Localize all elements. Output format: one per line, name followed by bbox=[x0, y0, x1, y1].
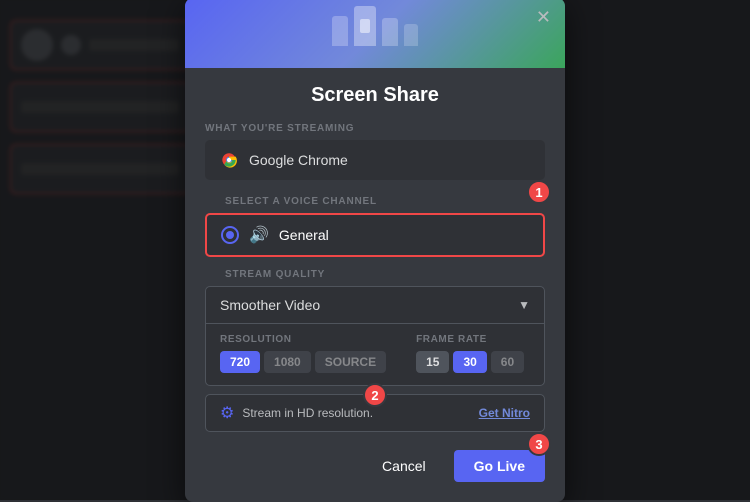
hd-banner-text: Stream in HD resolution. bbox=[242, 406, 373, 420]
quality-label: STREAM QUALITY bbox=[205, 257, 545, 286]
close-button[interactable]: ✕ bbox=[536, 8, 551, 26]
framerate-30-button[interactable]: 30 bbox=[453, 351, 486, 373]
resolution-source-button[interactable]: SOURCE bbox=[315, 351, 386, 373]
quality-section: STREAM QUALITY Smoother Video ▼ RESOLUTI… bbox=[185, 257, 565, 386]
hd-banner: 2 ⚙ Stream in HD resolution. Get Nitro bbox=[205, 394, 545, 432]
framerate-group: FRAME RATE 15 30 60 bbox=[416, 334, 524, 373]
badge-1: 1 bbox=[527, 180, 551, 204]
streaming-label: WHAT YOU'RE STREAMING bbox=[185, 111, 565, 140]
quality-dropdown[interactable]: Smoother Video ▼ bbox=[206, 287, 544, 324]
quality-box: Smoother Video ▼ RESOLUTION 720 1080 SOU… bbox=[205, 286, 545, 386]
get-nitro-button[interactable]: Get Nitro bbox=[479, 406, 530, 420]
hd-banner-left: ⚙ Stream in HD resolution. bbox=[220, 403, 373, 423]
chevron-down-icon: ▼ bbox=[518, 298, 530, 312]
resolution-group: RESOLUTION 720 1080 SOURCE bbox=[220, 334, 386, 373]
streaming-source-value: Google Chrome bbox=[249, 152, 348, 168]
quality-dropdown-value: Smoother Video bbox=[220, 297, 320, 313]
cancel-button[interactable]: Cancel bbox=[366, 450, 442, 482]
go-live-button[interactable]: Go Live bbox=[454, 450, 545, 482]
nitro-icon: ⚙ bbox=[220, 403, 234, 423]
resolution-buttons: 720 1080 SOURCE bbox=[220, 351, 386, 373]
framerate-60-button[interactable]: 60 bbox=[491, 351, 524, 373]
options-row: RESOLUTION 720 1080 SOURCE FRAME RATE 15 bbox=[220, 334, 530, 373]
speaker-icon: 🔊 bbox=[249, 225, 269, 245]
streaming-source-box: Google Chrome bbox=[205, 140, 545, 180]
resolution-720-button[interactable]: 720 bbox=[220, 351, 260, 373]
radio-button[interactable] bbox=[221, 226, 239, 244]
modal-header-image bbox=[185, 0, 565, 68]
quality-options: RESOLUTION 720 1080 SOURCE FRAME RATE 15 bbox=[206, 324, 544, 385]
badge-3: 3 bbox=[527, 432, 551, 456]
voice-channel-name: General bbox=[279, 227, 329, 243]
chrome-icon bbox=[219, 150, 239, 170]
framerate-buttons: 15 30 60 bbox=[416, 351, 524, 373]
resolution-label: RESOLUTION bbox=[220, 334, 386, 345]
screen-share-modal: ✕ Screen Share WHAT YOU'RE STREAMING Goo… bbox=[185, 0, 565, 502]
voice-section: SELECT A VOICE CHANNEL 1 🔊 General bbox=[185, 184, 565, 257]
modal-title: Screen Share bbox=[185, 68, 565, 111]
resolution-1080-button[interactable]: 1080 bbox=[264, 351, 311, 373]
voice-channel-box[interactable]: 🔊 General bbox=[205, 213, 545, 257]
framerate-15-button[interactable]: 15 bbox=[416, 351, 449, 373]
modal-footer: 3 Cancel Go Live bbox=[185, 436, 565, 482]
radio-inner bbox=[226, 231, 234, 239]
framerate-label: FRAME RATE bbox=[416, 334, 524, 345]
badge-2: 2 bbox=[363, 383, 387, 407]
voice-channel-label: SELECT A VOICE CHANNEL bbox=[205, 184, 545, 213]
modal-backdrop: ✕ Screen Share WHAT YOU'RE STREAMING Goo… bbox=[0, 0, 750, 500]
